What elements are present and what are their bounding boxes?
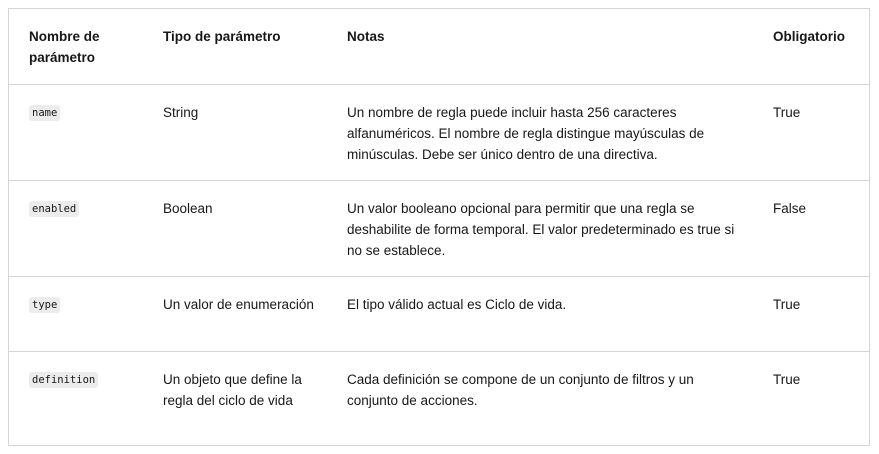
cell-parameter-name: definition	[9, 351, 143, 443]
code-name: name	[29, 104, 61, 121]
code-name: definition	[29, 371, 99, 388]
code-name: enabled	[29, 200, 80, 217]
table-row: name String Un nombre de regla puede inc…	[9, 84, 869, 181]
parameters-table-container: Nombre de parámetro Tipo de parámetro No…	[8, 8, 870, 446]
cell-notes: Un valor booleano opcional para permitir…	[327, 180, 753, 277]
cell-parameter-type: Un valor de enumeración	[143, 276, 327, 352]
cell-required: True	[753, 276, 869, 352]
header-required: Obligatorio	[753, 9, 869, 85]
cell-notes: Un nombre de regla puede incluir hasta 2…	[327, 84, 753, 181]
header-parameter-name: Nombre de parámetro	[9, 9, 143, 85]
header-notes: Notas	[327, 9, 753, 85]
table-body: name String Un nombre de regla puede inc…	[9, 84, 869, 443]
cell-notes: El tipo válido actual es Ciclo de vida.	[327, 276, 753, 352]
parameters-table: Nombre de parámetro Tipo de parámetro No…	[9, 9, 869, 443]
cell-parameter-type: String	[143, 84, 327, 181]
cell-parameter-name: name	[9, 84, 143, 181]
cell-required: True	[773, 371, 801, 387]
table-row: enabled Boolean Un valor booleano opcion…	[9, 180, 869, 277]
cell-required: False	[753, 180, 869, 277]
code-name: type	[29, 296, 61, 313]
cell-required: True	[753, 84, 869, 181]
cell-notes: Cada definición se compone de un conjunt…	[347, 371, 694, 408]
cell-parameter-type: Boolean	[143, 180, 327, 277]
table-row: type Un valor de enumeración El tipo vál…	[9, 276, 869, 352]
table-row: definition Un objeto que define la regla…	[9, 351, 869, 443]
cell-parameter-name: enabled	[9, 180, 143, 277]
header-row: Nombre de parámetro Tipo de parámetro No…	[9, 9, 869, 85]
cell-parameter-name: type	[9, 276, 143, 352]
cell-parameter-type: Un objeto que define la regla del ciclo …	[163, 371, 302, 408]
header-parameter-type: Tipo de parámetro	[143, 9, 327, 85]
table-header: Nombre de parámetro Tipo de parámetro No…	[9, 9, 869, 85]
